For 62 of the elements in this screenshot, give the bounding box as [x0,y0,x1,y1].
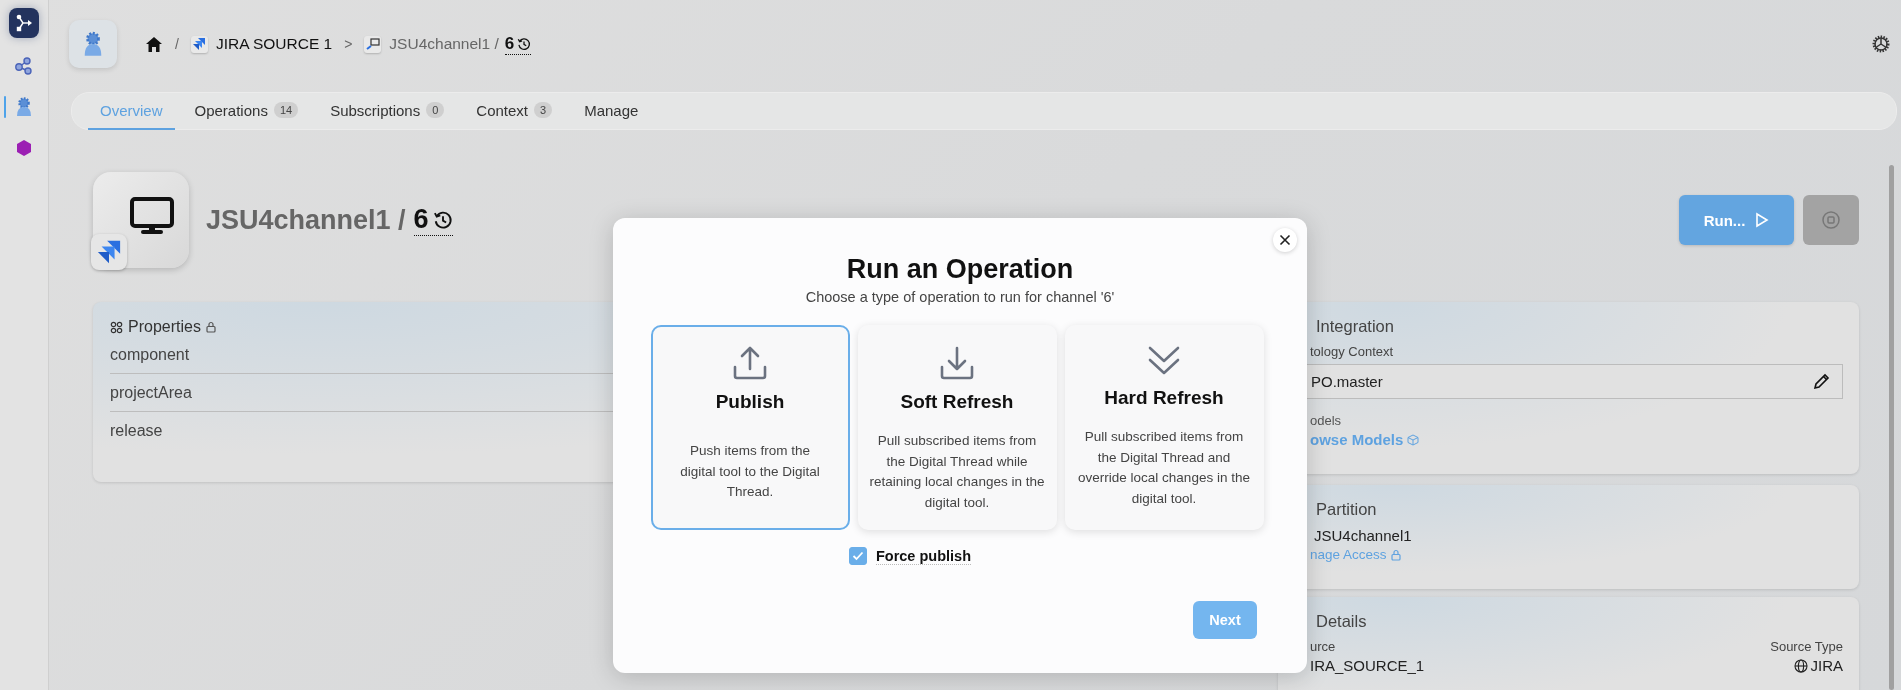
breadcrumb-separator: > [344,36,353,52]
source-link[interactable]: JIRA SOURCE 1 [190,35,333,53]
channel-icon [364,35,382,53]
source-value: IRA_SOURCE_1 [1310,657,1425,674]
jira-icon [190,35,208,53]
lock-icon [1390,548,1401,561]
home-icon [145,35,163,53]
stop-icon [1821,210,1841,230]
close-icon [1279,234,1291,246]
field-label: urce [1310,639,1337,654]
channel-link[interactable]: JSU4channel1 / [364,35,499,53]
checkbox-label: Force publish [875,547,972,565]
property-name: component [110,346,190,363]
play-icon [1755,212,1770,228]
close-button[interactable] [1273,228,1297,252]
force-publish-checkbox[interactable] [848,547,867,565]
lock-icon [205,321,216,333]
channel-title: JSU4channel1 / [206,204,406,236]
settings-button[interactable] [1871,34,1891,54]
dialog-subtitle: Choose a type of operation to run for channel '6' [805,289,1115,305]
operation-option[interactable]: Hard Refresh Pull subscribed items from the Digital Thread and override local changes in the digital tool. [1064,325,1264,530]
graph-icon [14,56,34,76]
history-icon [517,36,532,51]
field-label: Source Type [1770,639,1843,654]
grid-icon [110,320,123,334]
download-icon [939,345,975,381]
check-icon [851,551,864,561]
app-icon [69,20,117,68]
tab[interactable]: Context 3 [464,92,565,130]
partition-name: JSU4channel1 [1314,527,1412,544]
monitor-icon [129,196,175,236]
breadcrumb-separator: / [175,36,179,52]
tab[interactable]: Subscriptions 0 [318,92,457,130]
cube-icon [1407,433,1420,446]
app-logo[interactable] [9,8,39,38]
card-title: Properties [128,318,201,336]
version-link[interactable]: 6 [413,204,453,236]
dialog-title: Run an Operation [846,254,1074,285]
hexagon-icon [15,139,33,157]
network-icon [15,14,33,32]
tab[interactable]: Operations 14 [182,92,311,130]
tab[interactable]: Manage [572,92,651,130]
field-label: odels [1310,413,1342,428]
upload-icon [732,345,768,381]
pencil-icon [1812,372,1830,391]
card-title: Partition [1316,500,1377,519]
version-link[interactable]: 6 [504,33,532,55]
operation-option[interactable]: Publish Push items from the digital tool to the Digital Thread. [650,325,850,530]
double-chevron-icon [1146,345,1182,377]
property-name: projectArea [110,384,192,401]
field-label: tology Context [1310,344,1394,359]
source-type-value: JIRA [1810,657,1843,674]
settings-icon [1871,34,1891,54]
card-title: Details [1316,612,1367,631]
home-link[interactable] [145,35,163,53]
property-name: release [110,422,163,439]
gear-person-icon [14,97,34,117]
jira-icon [91,234,127,270]
history-icon [432,209,453,230]
globe-icon [1794,658,1809,673]
card-title: Integration [1316,317,1394,336]
operation-option[interactable]: Soft Refresh Pull subscribed items from the Digital Thread while retaining local changes in the digital tool. [857,325,1057,530]
